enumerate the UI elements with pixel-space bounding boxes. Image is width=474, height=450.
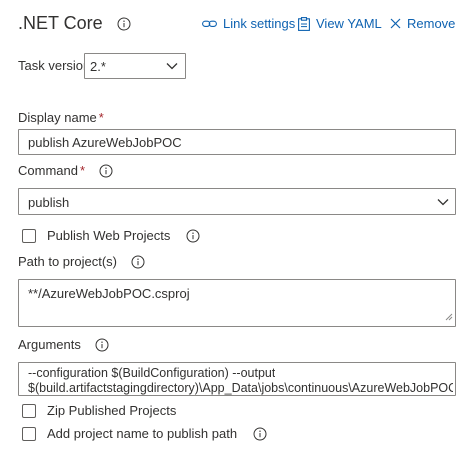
arguments-line-1: --configuration $(BuildConfiguration) --… — [28, 366, 276, 380]
checkbox-box[interactable] — [22, 228, 36, 243]
info-icon[interactable] — [99, 164, 113, 178]
arguments-textarea[interactable]: --configuration $(BuildConfiguration) --… — [18, 362, 456, 396]
arguments-label-text: Arguments — [18, 337, 81, 352]
add-project-name-label: Add project name to publish path — [47, 426, 238, 441]
add-project-name-checkbox[interactable]: Add project name to publish path — [22, 426, 267, 441]
command-value: publish — [28, 195, 70, 210]
checkbox-box[interactable] — [22, 426, 36, 441]
arguments-label: Arguments — [18, 337, 109, 352]
chevron-down-icon — [437, 198, 449, 206]
info-icon[interactable] — [95, 338, 109, 352]
publish-web-projects-checkbox[interactable]: Publish Web Projects — [22, 228, 200, 243]
remove-label: Remove — [407, 16, 456, 31]
checkbox-box[interactable] — [22, 403, 36, 418]
path-to-projects-textarea[interactable]: **/AzureWebJobPOC.csproj — [18, 279, 456, 327]
link-settings-label: Link settings — [223, 16, 296, 31]
remove-button[interactable]: Remove — [390, 16, 455, 31]
task-version-label-text: Task version — [18, 58, 91, 73]
display-name-input[interactable]: publish AzureWebJobPOC — [18, 129, 456, 155]
task-version-value: 2.* — [90, 59, 106, 74]
info-icon[interactable] — [117, 17, 131, 31]
info-icon[interactable] — [131, 255, 145, 269]
task-version-label: Task version — [18, 58, 90, 73]
view-yaml-button[interactable]: View YAML — [298, 16, 382, 31]
display-name-value: publish AzureWebJobPOC — [28, 135, 182, 150]
close-icon — [390, 18, 401, 29]
publish-web-projects-label: Publish Web Projects — [47, 228, 171, 243]
command-label-text: Command — [18, 163, 78, 178]
path-to-projects-label-text: Path to project(s) — [18, 254, 117, 269]
clipboard-icon — [298, 16, 310, 31]
arguments-line-2: $(build.artifactstagingdirectory)\App_Da… — [28, 381, 453, 395]
command-label: Command * — [18, 163, 113, 178]
info-icon[interactable] — [253, 427, 267, 441]
task-header: .NET Core — [18, 13, 131, 34]
view-yaml-label: View YAML — [316, 16, 382, 31]
display-name-label-text: Display name — [18, 110, 97, 125]
info-icon[interactable] — [186, 229, 200, 243]
task-version-select[interactable]: 2.* — [84, 53, 186, 79]
link-icon — [202, 18, 217, 30]
required-mark: * — [79, 163, 86, 178]
path-to-projects-value: **/AzureWebJobPOC.csproj — [28, 286, 190, 301]
task-title: .NET Core — [18, 13, 103, 33]
link-settings-button[interactable]: Link settings — [202, 16, 295, 31]
command-select[interactable]: publish — [18, 188, 456, 215]
chevron-down-icon — [166, 62, 178, 70]
resize-grip-icon[interactable] — [445, 309, 453, 324]
display-name-label: Display name * — [18, 110, 104, 125]
required-mark: * — [98, 110, 104, 125]
path-to-projects-label: Path to project(s) — [18, 254, 145, 269]
zip-published-projects-label: Zip Published Projects — [47, 403, 177, 418]
zip-published-projects-checkbox[interactable]: Zip Published Projects — [22, 403, 176, 418]
